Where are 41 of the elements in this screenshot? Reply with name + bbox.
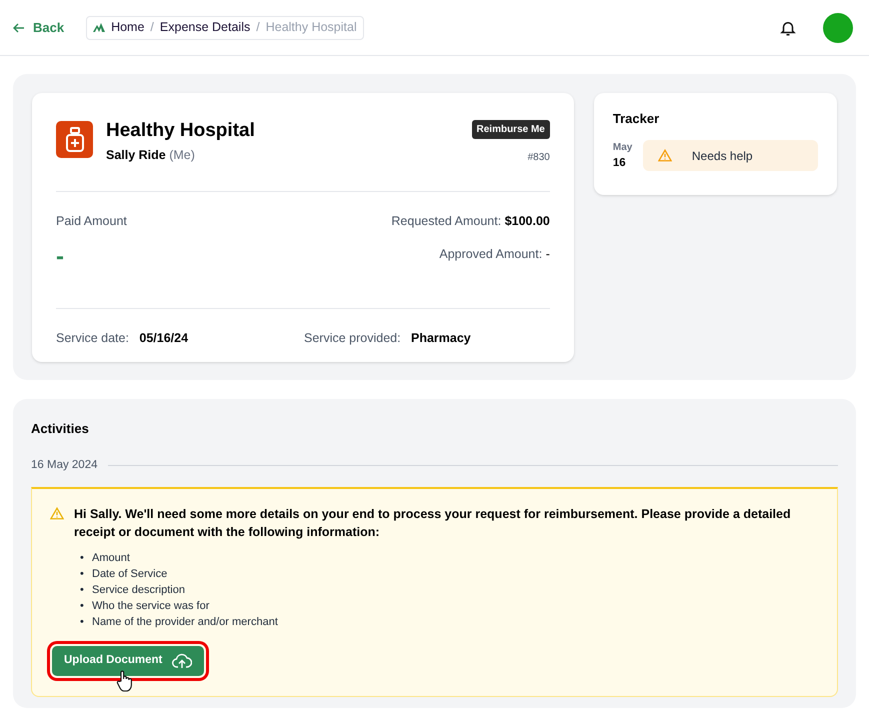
bullet: • [80,566,85,582]
breadcrumb-link[interactable]: Expense Details [160,18,250,37]
separator: / [150,19,154,36]
separator: / [256,19,260,36]
list-item: Name of the provider and/or merchant [92,614,278,630]
service-date: Service date: 05/16/24 [56,330,190,347]
list-item: Who the service was for [92,598,210,614]
back-link[interactable]: Back [13,18,64,38]
bullet: • [80,582,85,598]
paid-amount-value: - [56,242,65,272]
status-badge: Reimburse Me [472,120,550,139]
service-provided: Service provided: Pharmacy [304,330,471,347]
approved-amount: Approved Amount: - [439,246,550,263]
hand-pointer-icon [116,670,134,692]
warning-icon [658,149,672,162]
person-name: Sally Ride (Me) [106,147,196,164]
upload-document-button[interactable]: Upload Document [52,646,204,676]
list-item: Service description [92,582,185,598]
entry-day: 16 [612,154,633,172]
tracker-title: Tracker [612,110,660,128]
list-item: Date of Service [92,566,168,582]
warning-icon [50,506,64,520]
activity-date: 16 May 2024 [31,458,98,472]
message-text: Hi Sally. We'll need some more details on your end to process your request for reimbursement. Please provide a detailed receipt or document with the following information: [74,506,792,541]
paid-amount-label: Paid Amount [56,213,127,230]
bullet: • [80,614,85,630]
cloud-upload-icon [172,652,192,669]
activities-title: Activities [31,420,90,438]
status-text: Needs help [692,148,753,165]
avatar[interactable] [823,12,853,42]
medicine-bottle-icon [56,121,93,158]
expense-title: Healthy Hospital [106,120,255,142]
breadcrumb-link[interactable]: Home [111,18,144,37]
expense-number: #830 [528,151,550,165]
bullet: • [80,550,85,566]
requested-amount: Requested Amount: $100.00 [391,213,550,230]
mountain-logo-icon [93,23,106,32]
arrow-left-icon [13,22,25,32]
entry-month: May [612,140,633,154]
list-item: Amount [92,550,130,566]
bullet: • [80,598,85,614]
